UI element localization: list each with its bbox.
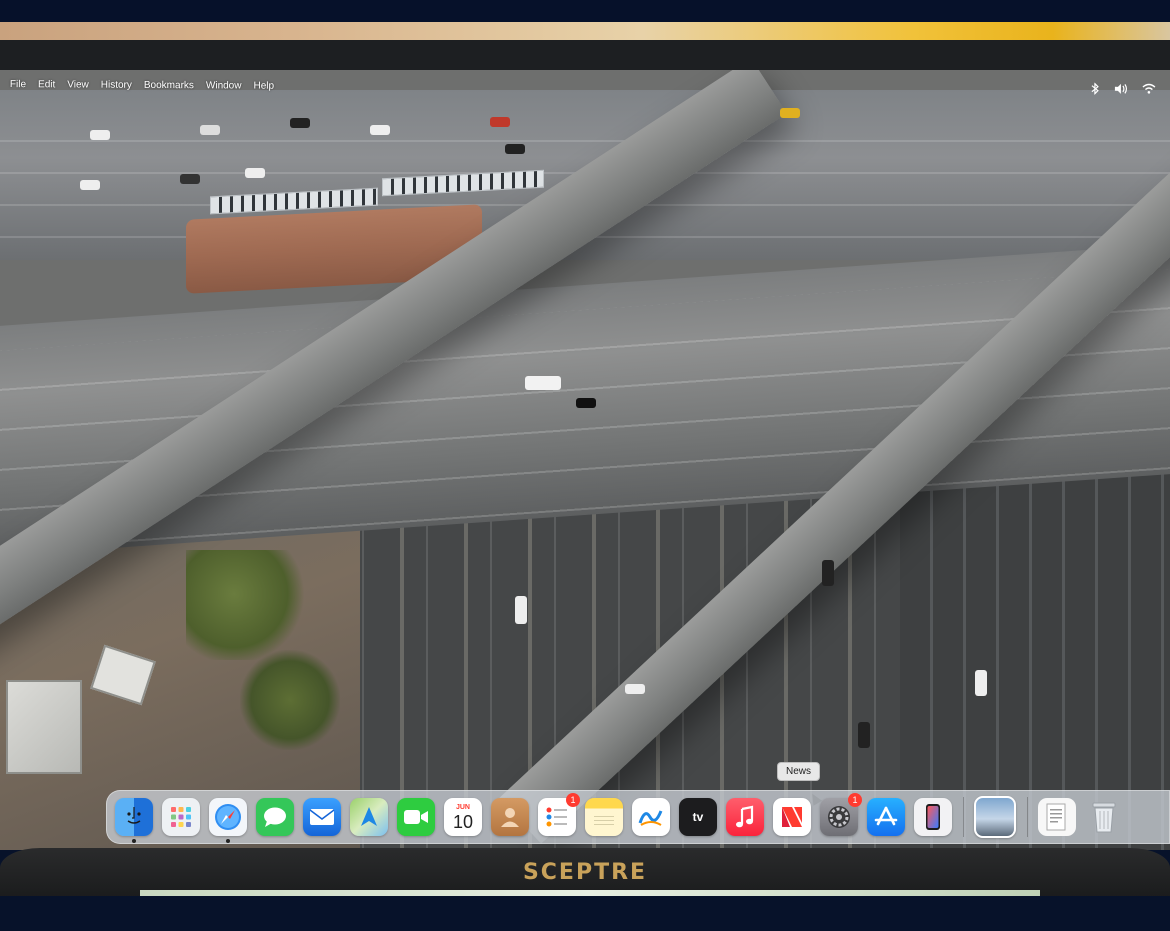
wallpaper-tree (240, 650, 340, 750)
desktop-wallpaper (0, 70, 1170, 850)
apple-tv-label: tv (692, 810, 704, 824)
menu-edit[interactable]: Edit (38, 79, 55, 90)
menu-history[interactable]: History (101, 79, 132, 90)
downloads-stack-icon[interactable] (974, 796, 1016, 838)
wallpaper-car (780, 108, 800, 118)
wifi-icon[interactable] (1142, 83, 1156, 98)
dock-tooltip: News (777, 762, 821, 781)
dock-separator (1027, 797, 1028, 837)
wallpaper-tree (186, 550, 306, 660)
safari-icon[interactable] (209, 798, 247, 843)
mail-icon[interactable] (303, 798, 341, 836)
wallpaper-car (515, 596, 527, 624)
documents-stack-icon[interactable] (1038, 798, 1076, 836)
calendar-day: 10 (452, 811, 474, 832)
monitor-brand-logo: SCEPTRE (522, 860, 648, 885)
menu-window[interactable]: Window (206, 80, 242, 91)
menu-help[interactable]: Help (253, 80, 274, 91)
wallpaper-car (290, 118, 310, 128)
calendar-month: JUN (455, 803, 470, 811)
running-indicator (132, 839, 136, 843)
wallpaper-car (525, 376, 561, 390)
volume-icon[interactable] (1114, 83, 1128, 98)
wallpaper-car (90, 130, 110, 140)
music-icon[interactable] (726, 798, 764, 836)
photo-top-band (0, 0, 1170, 22)
maps-icon[interactable] (350, 798, 388, 836)
facetime-icon[interactable] (397, 798, 435, 836)
system-settings-icon[interactable]: 1 (820, 793, 862, 836)
wallpaper-car (858, 722, 870, 748)
wallpaper-freeway-lanes-right (900, 430, 1170, 850)
running-indicator (226, 839, 230, 843)
calendar-icon[interactable]: JUN 10 (444, 798, 482, 836)
launchpad-icon[interactable] (162, 798, 200, 836)
apple-tv-icon[interactable]: tv (679, 798, 717, 836)
dock-separator (963, 797, 964, 837)
iphone-mirroring-icon[interactable] (914, 798, 952, 836)
news-icon[interactable] (773, 798, 811, 836)
messages-icon[interactable] (256, 798, 294, 836)
wallpaper-car (822, 560, 834, 586)
app-store-icon[interactable] (867, 798, 905, 836)
menu-file[interactable]: File (10, 79, 26, 90)
finder-icon[interactable] (115, 798, 153, 843)
freeform-icon[interactable] (632, 798, 670, 836)
reminders-icon[interactable]: 1 (538, 793, 580, 836)
system-settings-badge: 1 (848, 793, 862, 807)
reminders-badge: 1 (566, 793, 580, 807)
trash-icon[interactable] (1085, 798, 1123, 836)
contacts-icon[interactable] (491, 798, 529, 836)
photo-bottom-band (0, 896, 1170, 931)
wallpaper-car (370, 125, 390, 135)
wallpaper-car (625, 684, 645, 694)
wallpaper-car (505, 144, 525, 154)
wallpaper-car (180, 174, 200, 184)
wallpaper-car (245, 168, 265, 178)
wallpaper-car (576, 398, 596, 408)
dock: JUN 10 1 tv 1 (106, 790, 1170, 844)
notes-icon[interactable] (585, 798, 623, 836)
wallpaper-car (200, 125, 220, 135)
wallpaper-car (80, 180, 100, 190)
menu-bookmarks[interactable]: Bookmarks (144, 79, 194, 90)
wallpaper-building (6, 680, 82, 774)
menu-view[interactable]: View (67, 79, 89, 90)
bluetooth-icon[interactable] (1091, 82, 1100, 98)
wallpaper-car (975, 670, 987, 696)
wallpaper-car (490, 117, 510, 127)
